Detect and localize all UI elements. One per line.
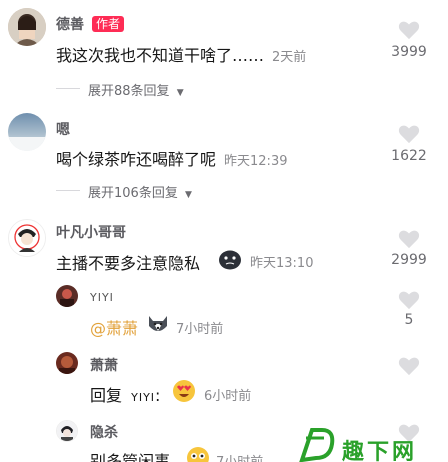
like-count: 1622: [391, 148, 427, 164]
divider: [56, 190, 80, 191]
like-heart-icon[interactable]: [398, 290, 420, 310]
avatar[interactable]: [56, 420, 78, 442]
comment-text-body: 主播不要多注意隐私: [56, 254, 201, 273]
like-count: 5: [404, 312, 414, 328]
comment-text: 我这次我也不知道干啥了…… 2天前: [56, 42, 306, 66]
comment-username[interactable]: 嗯: [56, 119, 70, 139]
comment-username[interactable]: 德善: [56, 14, 84, 34]
reply-time: 7小时前: [176, 322, 224, 337]
reply-target-user[interactable]: YIYI: [131, 391, 155, 404]
chevron-down-icon: ▼: [176, 88, 184, 98]
expand-replies-button[interactable]: 展开106条回复 ▼: [88, 182, 192, 201]
comment-time: 昨天12:39: [224, 154, 288, 169]
mention-link[interactable]: @萧萧: [90, 319, 138, 338]
reply-text-body: 别多管闲事: [90, 452, 171, 462]
divider: [56, 88, 80, 89]
reply-prefix: 回复: [90, 386, 123, 405]
wide-eyes-emoji-icon: [187, 447, 209, 462]
watermark-logo-icon: [299, 428, 335, 462]
heart-eyes-emoji-icon: [173, 380, 195, 402]
reply-username[interactable]: 萧萧: [90, 355, 118, 375]
like-count: 3999: [391, 44, 427, 60]
like-heart-icon[interactable]: [398, 229, 420, 249]
like-heart-icon[interactable]: [398, 356, 420, 376]
expand-replies-label: 展开106条回复: [88, 186, 178, 201]
avatar[interactable]: [8, 8, 46, 46]
reply-time: 6小时前: [204, 389, 252, 404]
comment-text: 主播不要多注意隐私: [56, 250, 200, 274]
reply-text: 回复 YIYI:: [90, 382, 160, 406]
avatar[interactable]: [56, 285, 78, 307]
avatar[interactable]: [8, 219, 46, 257]
avatar[interactable]: [8, 113, 46, 151]
like-heart-icon[interactable]: [398, 20, 420, 40]
comment-text-body: 我这次我也不知道干啥了……: [56, 46, 265, 65]
husky-dog-emoji-icon: [149, 316, 167, 331]
reply-text: @萧萧: [90, 315, 138, 339]
reply-username[interactable]: 隐杀: [90, 422, 118, 442]
author-badge: 作者: [92, 16, 125, 32]
reply-text: 别多管闲事: [90, 448, 170, 462]
watermark-text: 趣下网: [342, 440, 418, 462]
expand-replies-button[interactable]: 展开88条回复 ▼: [88, 80, 184, 99]
black-cat-emoji-icon: [219, 250, 241, 270]
chevron-down-icon: ▼: [184, 190, 192, 200]
comment-time: 昨天13:10: [250, 256, 314, 271]
reply-colon: :: [155, 386, 161, 405]
comment-list: 德善 作者 我这次我也不知道干啥了…… 2天前 3999 展开88条回复 ▼ 嗯 …: [0, 0, 448, 462]
comment-text-body: 喝个绿茶咋还喝醉了呢: [56, 150, 217, 169]
like-count: 2999: [391, 252, 427, 268]
comment-text: 喝个绿茶咋还喝醉了呢 昨天12:39: [56, 146, 287, 170]
avatar[interactable]: [56, 352, 78, 374]
expand-replies-label: 展开88条回复: [88, 84, 170, 99]
reply-username[interactable]: YIYI: [90, 291, 114, 304]
reply-time: 7小时前: [216, 451, 263, 462]
like-heart-icon[interactable]: [398, 124, 420, 144]
comment-username[interactable]: 叶凡小哥哥: [56, 222, 126, 242]
comment-time: 2天前: [272, 50, 307, 65]
